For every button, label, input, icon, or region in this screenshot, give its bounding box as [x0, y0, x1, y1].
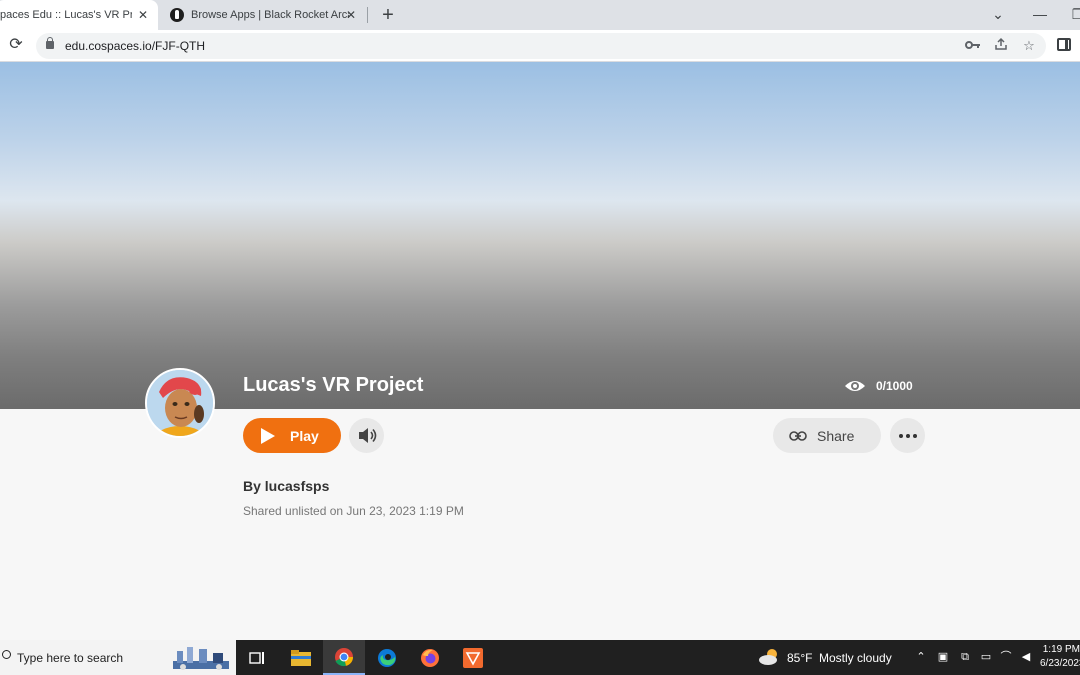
chevron-up-icon[interactable]: ⌃	[914, 650, 928, 664]
more-options-button[interactable]	[890, 418, 925, 453]
share-button[interactable]: Share	[773, 418, 881, 453]
address-bar[interactable]: edu.cospaces.io/FJF-QTH ☆	[36, 33, 1046, 59]
search-placeholder[interactable]: Type here to search	[17, 651, 123, 665]
sound-button[interactable]	[349, 418, 384, 453]
share-page-icon[interactable]	[992, 37, 1010, 55]
vector-app-icon[interactable]	[452, 640, 494, 675]
task-view-icon[interactable]	[236, 640, 278, 675]
firefox-icon[interactable]	[409, 640, 451, 675]
file-explorer-icon[interactable]	[280, 640, 322, 675]
clock-time: 1:19 PM	[1042, 644, 1080, 655]
more-dot-icon	[905, 433, 910, 438]
play-button[interactable]: Play	[243, 418, 341, 453]
volume-icon[interactable]: ◀	[1019, 650, 1033, 664]
url-text[interactable]: edu.cospaces.io/FJF-QTH	[65, 39, 205, 53]
side-panel-icon[interactable]	[1057, 38, 1071, 51]
project-preview-scene	[0, 62, 1080, 409]
weather-description[interactable]: Mostly cloudy	[819, 651, 892, 665]
link-icon	[789, 430, 807, 441]
battery-icon[interactable]: ▭	[979, 650, 993, 664]
screen-capture-icon[interactable]: ⧉	[958, 650, 972, 664]
speaker-icon	[359, 428, 377, 443]
tab-cospaces[interactable]: paces Edu :: Lucas's VR Projec ✕	[0, 0, 158, 30]
tab-black-rocket[interactable]: Browse Apps | Black Rocket Arcad ✕	[162, 0, 366, 30]
system-clock[interactable]: 1:19 PM 6/23/2023	[1040, 643, 1080, 671]
weather-cloudy-icon[interactable]	[758, 648, 782, 666]
play-icon	[261, 427, 275, 444]
view-counter: 0/1000	[844, 376, 913, 396]
more-dot-icon	[912, 433, 917, 438]
view-count: 0/1000	[876, 379, 913, 393]
eye-icon	[845, 381, 865, 391]
project-title: Lucas's VR Project	[243, 374, 424, 396]
play-label: Play	[290, 427, 319, 444]
clock-date: 6/23/2023	[1040, 658, 1080, 669]
tab-title: Browse Apps | Black Rocket Arcad	[191, 9, 349, 21]
black-rocket-favicon-icon	[170, 8, 184, 22]
tab-search-chevron-down-icon[interactable]: ⌄	[990, 4, 1006, 24]
restore-button[interactable]: ❐	[1070, 4, 1080, 24]
edge-icon[interactable]	[366, 640, 408, 675]
bookmark-star-icon[interactable]: ☆	[1020, 37, 1038, 55]
share-label: Share	[817, 427, 855, 444]
shared-info: Shared unlisted on Jun 23, 2023 1:19 PM	[243, 504, 464, 518]
chrome-icon[interactable]	[323, 640, 365, 675]
search-highlight-illustration-icon	[173, 647, 229, 670]
new-tab-button[interactable]: +	[378, 5, 398, 25]
author-avatar	[145, 368, 215, 438]
reload-icon[interactable]: ⟳	[6, 35, 26, 55]
screen: paces Edu :: Lucas's VR Projec ✕ Browse …	[0, 0, 1080, 675]
meet-camera-icon[interactable]: ▣	[936, 650, 950, 664]
browser-toolbar: ⟳ edu.cospaces.io/FJF-QTH ☆	[0, 30, 1080, 62]
lock-icon[interactable]	[46, 37, 54, 49]
minimize-button[interactable]: —	[1032, 4, 1048, 24]
browser-tab-strip: paces Edu :: Lucas's VR Projec ✕ Browse …	[0, 0, 1080, 30]
author-name[interactable]: By lucasfsps	[243, 478, 329, 494]
taskbar-search[interactable]: Type here to search	[0, 640, 236, 675]
weather-temperature[interactable]: 85°F	[787, 651, 812, 665]
tab-close-icon[interactable]: ✕	[344, 8, 358, 22]
tab-divider	[367, 7, 368, 23]
tab-close-icon[interactable]: ✕	[136, 8, 150, 22]
windows-taskbar: Type here to search 85°F Mostly cloudy ⌃…	[0, 640, 1080, 675]
key-icon[interactable]	[964, 37, 982, 55]
search-icon	[2, 650, 11, 659]
more-dot-icon	[898, 433, 903, 438]
tab-title: paces Edu :: Lucas's VR Projec	[0, 9, 132, 21]
wifi-icon[interactable]: ⌒	[999, 650, 1013, 664]
